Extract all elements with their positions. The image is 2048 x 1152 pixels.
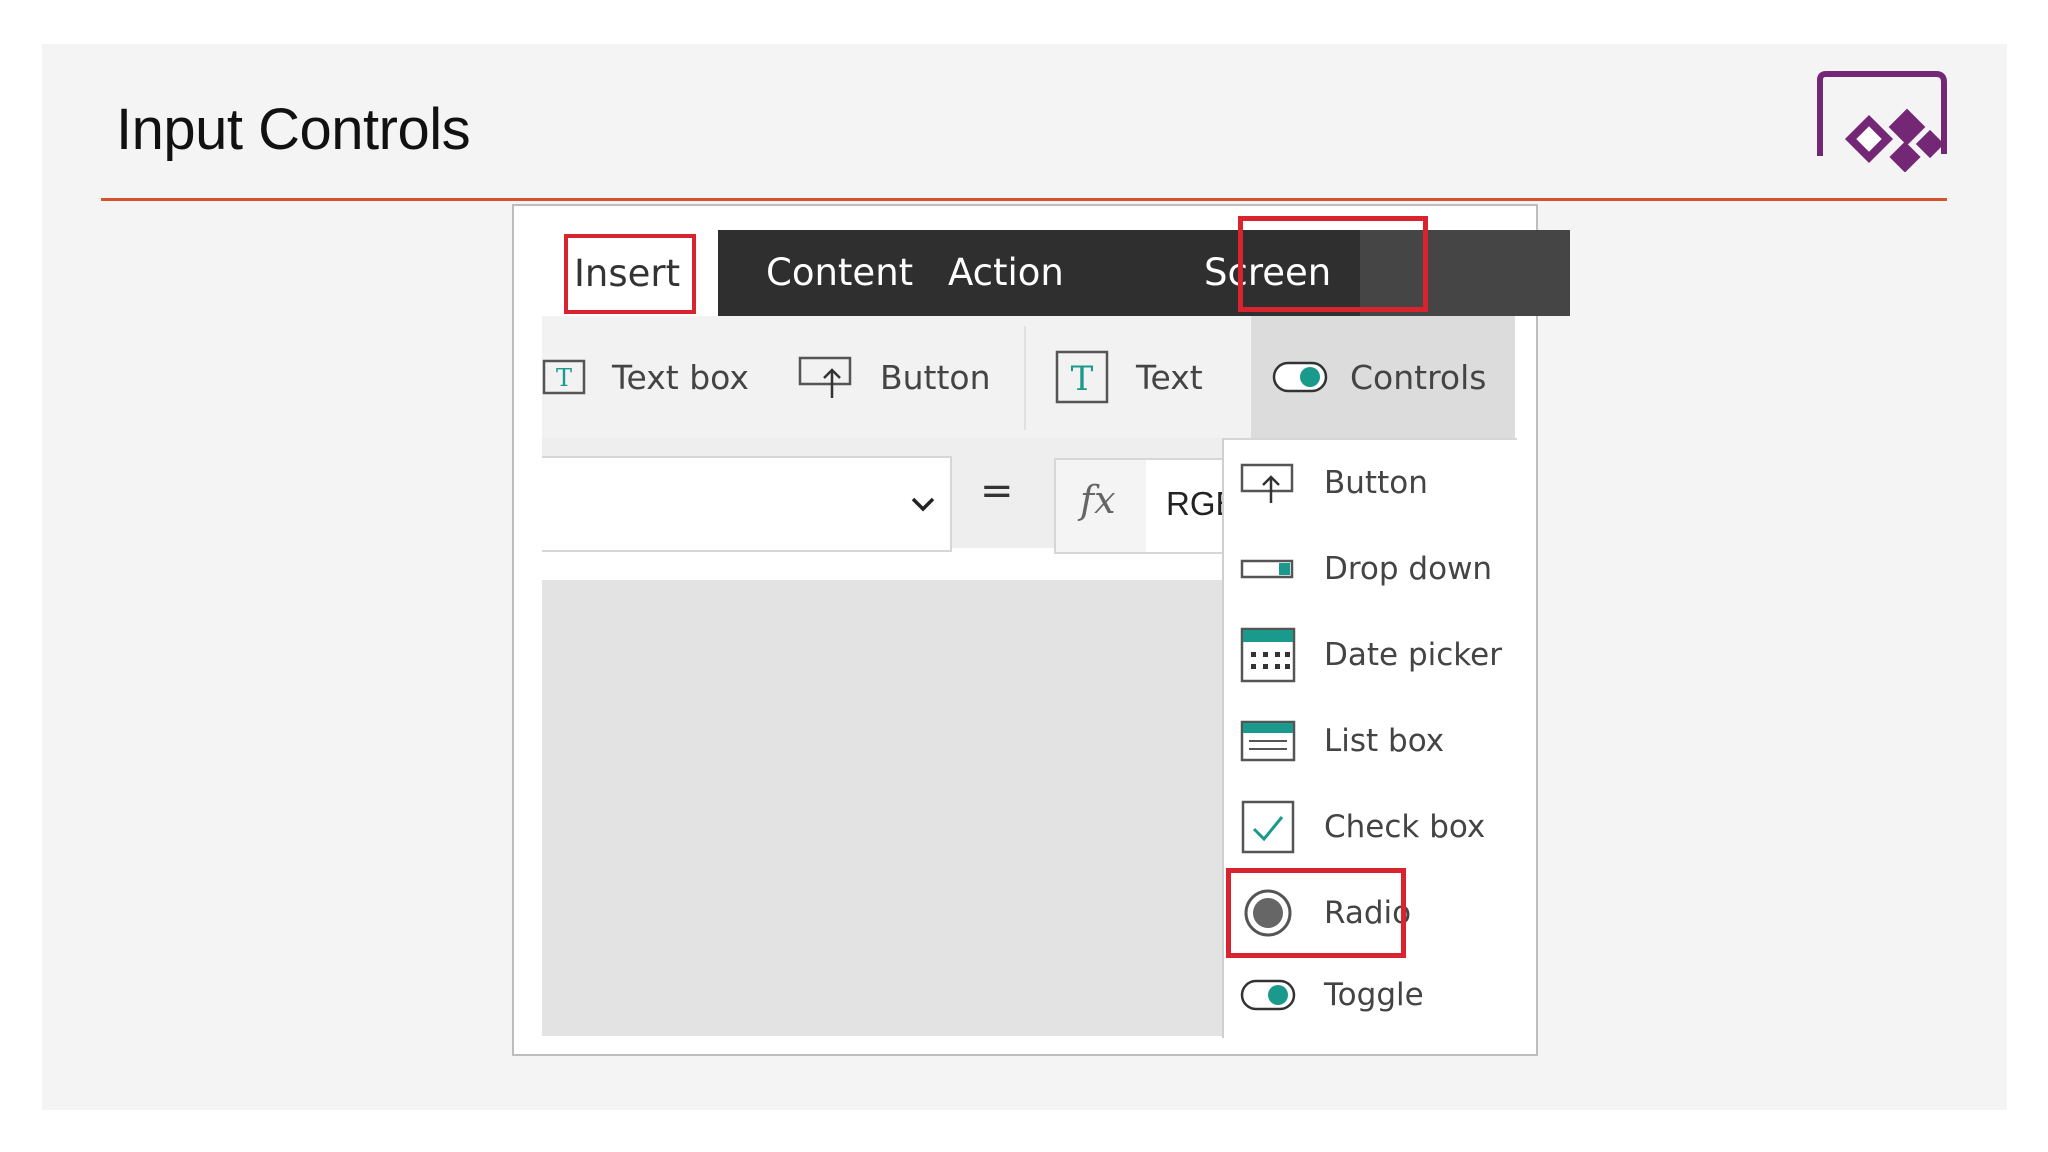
menu-item-list-box[interactable]: List box [1224, 698, 1517, 784]
svg-text:T: T [1071, 359, 1094, 399]
menu-item-label: Button [1324, 465, 1428, 501]
button-insert-button[interactable]: Button [798, 316, 991, 438]
property-dropdown[interactable] [542, 456, 952, 552]
menu-item-label: List box [1324, 723, 1445, 759]
text-insert-button[interactable]: T Text [1054, 316, 1203, 438]
controls-label: Controls [1350, 357, 1487, 397]
menu-item-check-box[interactable]: Check box [1224, 784, 1517, 870]
button-icon [798, 356, 852, 398]
controls-menu-button[interactable]: Controls [1272, 316, 1486, 438]
text-icon: T [1055, 350, 1109, 404]
button-label: Button [880, 357, 991, 397]
tab-content[interactable]: Content [766, 230, 913, 316]
svg-text:T: T [556, 364, 572, 392]
chevron-down-icon [911, 497, 935, 512]
text-label: Text [1136, 357, 1203, 397]
fx-button[interactable]: fx [1054, 458, 1148, 554]
design-canvas[interactable] [542, 580, 1222, 1036]
menu-item-label: Check box [1324, 809, 1486, 845]
app-screenshot: Insert Content Action Screen T Text box … [512, 204, 1570, 1056]
toggle-icon [1272, 361, 1328, 393]
menu-item-button[interactable]: Button [1224, 440, 1517, 526]
ribbon-separator [1024, 326, 1026, 430]
title-divider [101, 198, 1947, 201]
controls-highlight-box [1238, 216, 1428, 312]
tab-insert[interactable]: Insert [564, 234, 696, 314]
radio-highlight-box [1226, 868, 1406, 958]
text-box-label: Text box [612, 357, 749, 397]
menu-item-date-picker[interactable]: Date picker [1224, 612, 1517, 698]
slide-title: Input Controls [116, 97, 471, 162]
menu-item-toggle[interactable]: Toggle [1224, 952, 1517, 1038]
powerapps-logo-icon [1817, 71, 1947, 172]
equals-sign: = [980, 468, 1014, 514]
toggle-icon [1240, 979, 1296, 1011]
calendar-icon [1240, 627, 1296, 683]
formula-text: RGBA [1166, 485, 1222, 522]
tab-action[interactable]: Action [948, 230, 1064, 316]
checkbox-icon [1241, 800, 1295, 854]
text-box-button[interactable]: T Text box [542, 316, 749, 438]
button-icon [1240, 463, 1294, 503]
formula-bar: = fx RGBA [542, 438, 1222, 554]
fx-icon: fx [1080, 478, 1116, 522]
menu-item-drop-down[interactable]: Drop down [1224, 526, 1517, 612]
menu-item-label: Toggle [1324, 977, 1424, 1013]
menu-item-label: Drop down [1324, 551, 1493, 587]
insert-ribbon: T Text box Button T Text Controls [542, 316, 1515, 438]
text-box-icon: T [542, 359, 586, 395]
dropdown-icon [1240, 559, 1294, 579]
formula-input[interactable]: RGBA [1146, 458, 1222, 554]
list-box-icon [1240, 720, 1296, 762]
menu-item-label: Date picker [1324, 637, 1502, 673]
